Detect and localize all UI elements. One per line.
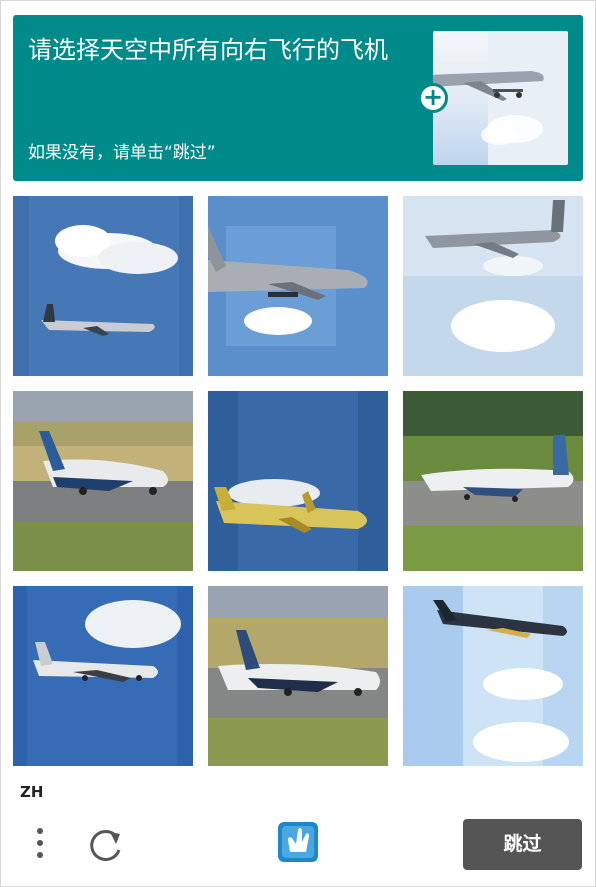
image-tile[interactable]	[403, 391, 583, 571]
sample-image	[433, 31, 568, 165]
refresh-icon[interactable]	[86, 826, 126, 866]
challenge-prompt: 请选择天空中所有向右飞行的飞机	[28, 36, 388, 64]
image-tile[interactable]	[13, 196, 193, 376]
more-vertical-icon[interactable]	[28, 828, 52, 864]
hand-logo-icon	[274, 818, 322, 866]
image-tile[interactable]	[13, 391, 193, 571]
image-tile[interactable]	[403, 196, 583, 376]
image-tile[interactable]	[208, 391, 388, 571]
image-tile[interactable]	[208, 586, 388, 766]
expand-sample-button[interactable]: +	[418, 83, 448, 113]
skip-button[interactable]: 跳过	[463, 819, 582, 870]
challenge-header: 请选择天空中所有向右飞行的飞机 如果没有，请单击“跳过” +	[13, 15, 583, 181]
image-tile[interactable]	[403, 586, 583, 766]
image-tile[interactable]	[208, 196, 388, 376]
language-selector[interactable]: ZH	[20, 783, 43, 801]
image-tile[interactable]	[13, 586, 193, 766]
skip-hint: 如果没有，请单击“跳过”	[28, 143, 216, 163]
